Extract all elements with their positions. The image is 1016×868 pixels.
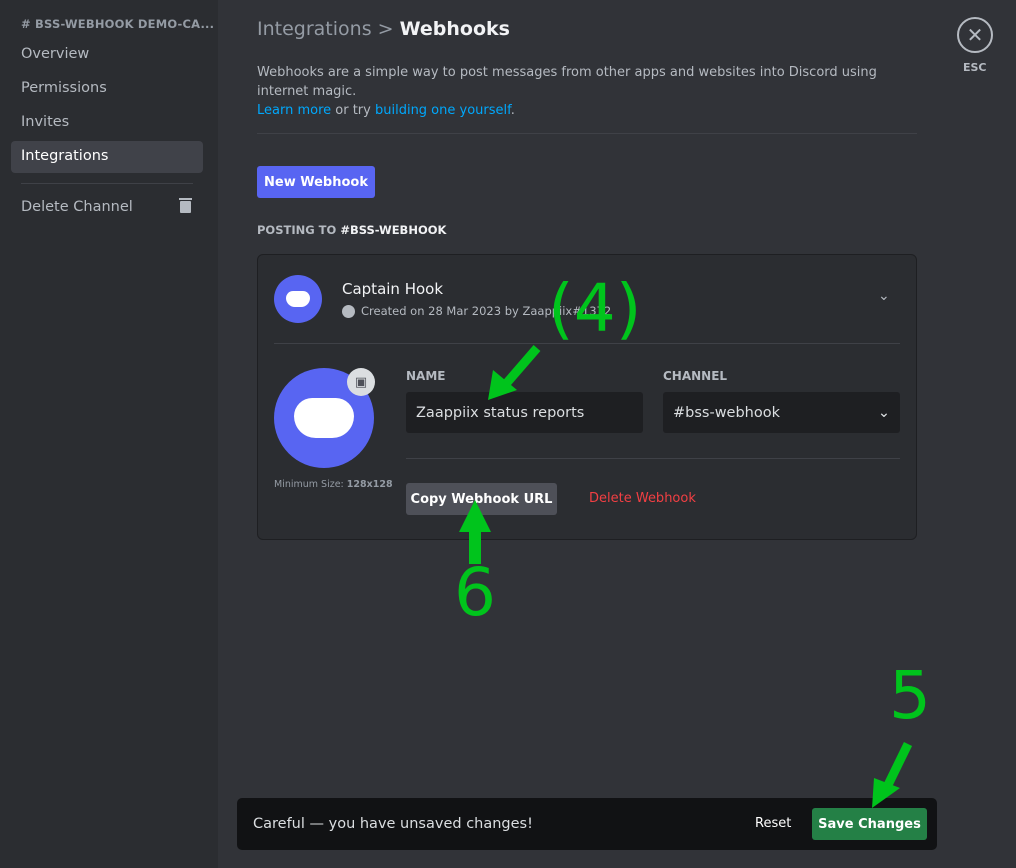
unsaved-changes-bar: Careful — you have unsaved changes! Rese… xyxy=(237,798,937,850)
sidebar-item-integrations[interactable]: Integrations xyxy=(11,141,203,173)
learn-more-link[interactable]: Learn more xyxy=(257,103,331,118)
delete-webhook-button[interactable]: Delete Webhook xyxy=(589,491,696,506)
min-size-label: Minimum Size: xyxy=(274,479,347,490)
sidebar-item-invites[interactable]: Invites xyxy=(11,107,203,139)
posting-to-label: POSTING TO #BSS-WEBHOOK xyxy=(257,223,446,237)
breadcrumb-separator: > xyxy=(377,18,394,40)
name-label: NAME xyxy=(406,369,446,383)
chevron-down-icon[interactable]: ⌄ xyxy=(878,288,890,304)
annotation-6: 6 xyxy=(454,554,496,631)
reset-button[interactable]: Reset xyxy=(755,816,791,831)
sidebar: # BSS-WEBHOOK DEMO-CA... Overview Permis… xyxy=(0,0,218,868)
esc-label: ESC xyxy=(963,61,987,74)
sidebar-item-permissions[interactable]: Permissions xyxy=(11,73,203,105)
chevron-down-icon: ⌄ xyxy=(877,404,890,421)
discord-logo-icon xyxy=(286,291,310,307)
new-webhook-button[interactable]: New Webhook xyxy=(257,166,375,198)
divider xyxy=(406,458,900,459)
posting-to-channel: #BSS-WEBHOOK xyxy=(340,223,447,237)
posting-to-prefix: POSTING TO xyxy=(257,223,341,237)
close-button[interactable]: ✕ xyxy=(957,17,993,53)
annotation-arrow-4 xyxy=(488,345,541,400)
breadcrumb-integrations[interactable]: Integrations xyxy=(257,18,372,40)
breadcrumb: Integrations > Webhooks xyxy=(257,18,510,40)
channel-header: # BSS-WEBHOOK DEMO-CA... xyxy=(21,17,215,31)
channel-select[interactable]: #bss-webhook ⌄ xyxy=(663,392,900,433)
min-size-note: Minimum Size: 128x128 xyxy=(274,479,393,490)
annotation-arrow-6 xyxy=(459,500,491,564)
webhook-avatar-small xyxy=(274,275,322,323)
annotation-arrow-5 xyxy=(872,742,913,808)
period: . xyxy=(510,103,515,118)
description-text: Webhooks are a simple way to post messag… xyxy=(257,65,877,99)
build-link[interactable]: building one yourself xyxy=(375,103,511,118)
or-try-text: or try xyxy=(331,103,375,118)
close-icon: ✕ xyxy=(966,23,984,47)
annotation-4: (4) xyxy=(548,270,642,347)
discord-logo-icon xyxy=(294,398,354,438)
annotation-5: 5 xyxy=(889,657,931,734)
sidebar-item-overview[interactable]: Overview xyxy=(11,39,203,71)
channel-label: CHANNEL xyxy=(663,369,728,383)
unsaved-message: Careful — you have unsaved changes! xyxy=(253,816,533,832)
description: Webhooks are a simple way to post messag… xyxy=(257,63,917,120)
divider xyxy=(257,133,917,134)
delete-channel-label: Delete Channel xyxy=(21,199,133,215)
webhook-title: Captain Hook xyxy=(342,280,444,298)
channel-value: #bss-webhook xyxy=(673,404,781,421)
clock-icon xyxy=(342,304,355,318)
min-size-value: 128x128 xyxy=(346,479,393,490)
save-changes-button[interactable]: Save Changes xyxy=(812,808,927,840)
divider xyxy=(21,183,193,184)
add-image-icon[interactable]: ▣ xyxy=(347,368,375,396)
delete-channel-button[interactable]: Delete Channel xyxy=(11,192,203,224)
trash-icon xyxy=(179,198,192,213)
page-title: Webhooks xyxy=(399,18,510,40)
